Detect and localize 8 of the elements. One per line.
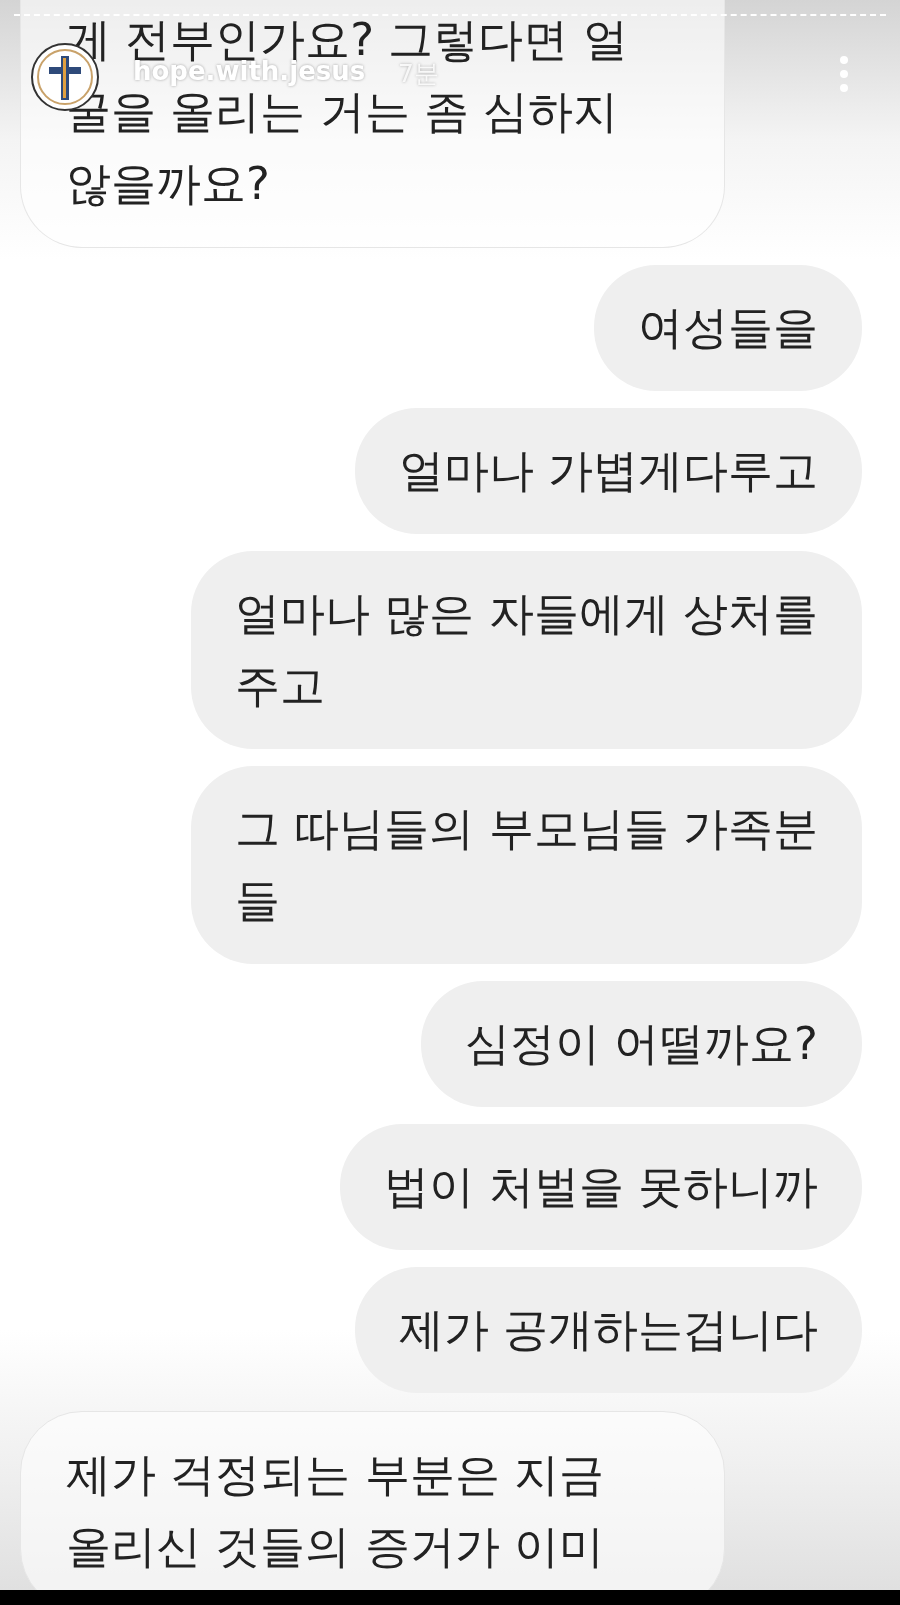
message-bubble: 심정이 어떨까요? bbox=[420, 981, 862, 1107]
message-bubble: 제가 걱정되는 부분은 지금 올리신 것들의 증거가 이미 bbox=[20, 1411, 725, 1590]
message-bubble: 제가 공개하는겁니다 bbox=[354, 1267, 862, 1393]
message-bubble: 여성들을 bbox=[594, 265, 862, 391]
message-bubble: 그 따님들의 부모님들 가족분 들 bbox=[191, 766, 862, 964]
message-bubble: 법이 처벌을 못하니까 bbox=[340, 1124, 862, 1250]
message-bubble: 얼마나 많은 자들에게 상처를 주고 bbox=[191, 551, 862, 749]
message-bubble: 얼마나 가볍게다루고 bbox=[354, 408, 862, 534]
